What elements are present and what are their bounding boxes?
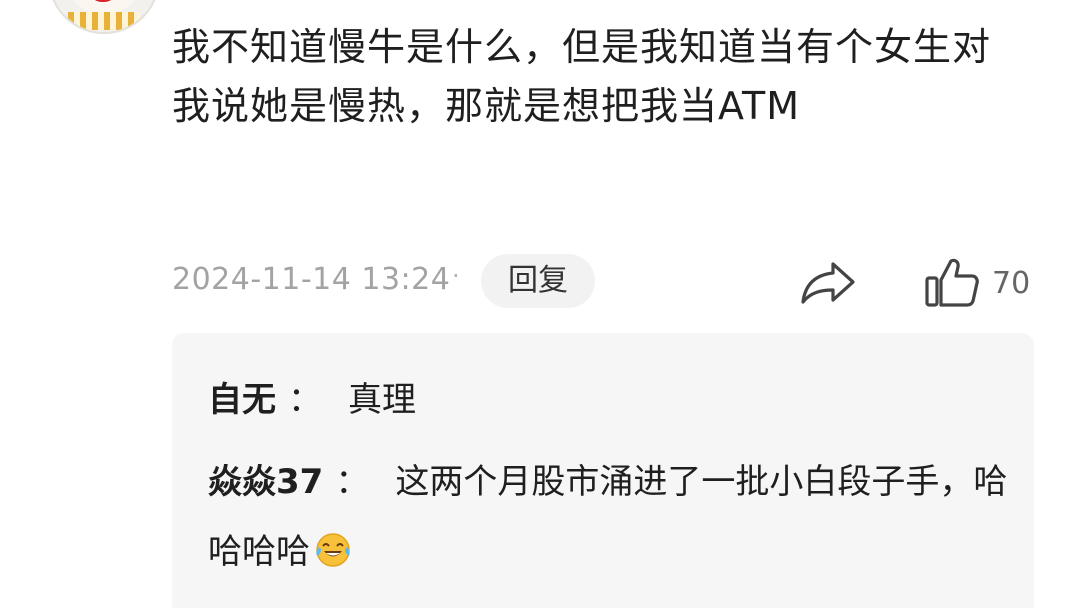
comment-timestamp: 2024-11-14 13:24	[172, 262, 451, 297]
comment-view: 我不知道慢牛是什么，但是我知道当有个女生对我说她是慢热，那就是想把我当ATM 2…	[0, 0, 1080, 608]
thumbs-up-icon[interactable]	[924, 256, 980, 308]
avatar-collar	[68, 12, 140, 30]
reply-author[interactable]: 焱焱37	[208, 462, 323, 502]
comment-meta-row: 2024-11-14 13:24 · 回复 70	[172, 254, 1042, 310]
comment-text: 我不知道慢牛是什么，但是我知道当有个女生对我说她是慢热，那就是想把我当ATM	[172, 25, 992, 128]
tears-of-joy-emoji	[316, 533, 350, 567]
reply-colon: ：	[335, 462, 370, 502]
share-icon[interactable]	[800, 260, 856, 306]
reply-item[interactable]: 焱焱37：这两个月股市涌进了一批小白段子手，哈哈哈哈	[208, 447, 1008, 587]
reply-colon: ：	[288, 380, 322, 420]
reply-author[interactable]: 自无	[208, 380, 276, 420]
meta-separator: ·	[452, 262, 460, 290]
avatar[interactable]	[48, 0, 160, 34]
reply-item[interactable]: 自无 ： 真理	[208, 365, 1008, 435]
reply-button[interactable]: 回复	[481, 254, 595, 308]
replies-box: 自无：真理 焱焱37：这两个月股市涌进了一批小白段子手，哈哈哈哈	[172, 333, 1034, 608]
like-count: 70	[992, 266, 1031, 301]
reply-body: 真理	[348, 380, 416, 420]
